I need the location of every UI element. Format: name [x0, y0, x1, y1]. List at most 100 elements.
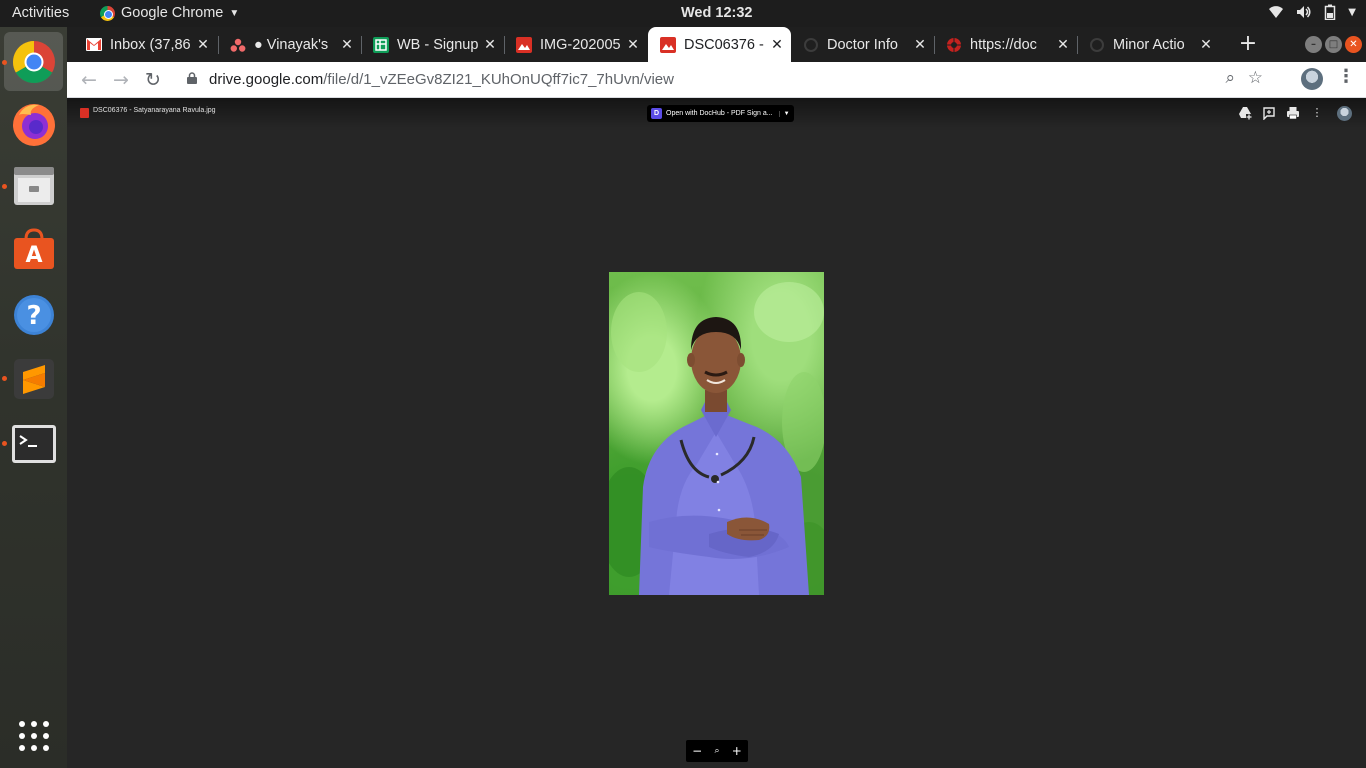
tab-vinayak[interactable]: ● Vinayak's ✕ [218, 27, 361, 62]
arrow-right-icon: → [113, 69, 129, 91]
back-button[interactable]: ← [76, 67, 102, 93]
dock-software[interactable]: A [4, 219, 63, 278]
url-path: /file/d/1_vZEeGv8ZI21_KUhOnUQff7ic7_7hUv… [323, 71, 674, 88]
comment-icon[interactable] [1262, 106, 1276, 120]
viewer-avatar[interactable] [1337, 106, 1352, 121]
maximize-icon: □ [1328, 39, 1339, 50]
zoom-controls: − ⌕ + [686, 740, 748, 762]
show-applications-button[interactable] [4, 706, 63, 765]
tab-https-doc[interactable]: https://doc ✕ [934, 27, 1077, 62]
bookmark-star-icon[interactable]: ☆ [1248, 68, 1263, 88]
image-icon [660, 36, 676, 53]
lock-icon [187, 72, 197, 84]
clock[interactable]: Wed 12:32 [681, 5, 752, 21]
dock: A ? [0, 27, 67, 768]
dock-firefox[interactable] [4, 94, 63, 153]
terminal-icon [11, 424, 56, 463]
tab-title: https://doc [970, 36, 1037, 53]
reload-button[interactable]: ↻ [140, 67, 166, 93]
forward-button[interactable]: → [108, 67, 134, 93]
loading-icon [803, 37, 819, 53]
svg-text:?: ? [26, 301, 41, 331]
tab-img[interactable]: IMG-202005 ✕ [504, 27, 647, 62]
chevron-down-icon[interactable]: ▼ [778, 110, 790, 117]
app-menu-label: Google Chrome [121, 5, 224, 21]
new-tab-button[interactable]: + [1234, 31, 1262, 59]
image-icon [516, 36, 532, 53]
zoom-in-button[interactable]: + [732, 744, 742, 758]
tab-title: ● Vinayak's [254, 36, 329, 53]
tab-dsc06376[interactable]: DSC06376 - ✕ [648, 27, 791, 62]
chevron-down-icon: ▼ [229, 7, 240, 19]
battery-icon [1325, 4, 1336, 20]
url-text[interactable]: drive.google.com/file/d/1_vZEeGv8ZI21_KU… [209, 71, 674, 88]
close-icon[interactable]: ✕ [480, 36, 500, 53]
tab-minor-action[interactable]: Minor Actio ✕ [1077, 27, 1220, 62]
zoom-icon[interactable]: ⌕ [1225, 68, 1235, 88]
open-with-label: Open with DocHub - PDF Sign a... [666, 110, 773, 117]
system-tray[interactable]: ▼ [1268, 4, 1356, 20]
address-bar[interactable]: drive.google.com/file/d/1_vZEeGv8ZI21_KU… [177, 65, 1293, 95]
close-icon[interactable]: ✕ [1053, 36, 1073, 53]
add-to-drive-icon[interactable] [1238, 106, 1252, 120]
tab-strip: Inbox (37,86 ✕ ● Vinayak's ✕ WB - Signup… [67, 27, 1366, 62]
running-indicator [2, 184, 7, 189]
software-center-icon: A [13, 227, 54, 269]
minimize-button[interactable]: – [1305, 36, 1322, 53]
running-indicator [2, 60, 7, 65]
close-icon[interactable]: ✕ [623, 36, 643, 53]
tab-inbox[interactable]: Inbox (37,86 ✕ [74, 27, 217, 62]
sheets-icon [373, 36, 389, 53]
activities-button[interactable]: Activities [12, 5, 69, 21]
tab-title: IMG-202005 [540, 36, 621, 53]
image-preview [609, 272, 824, 595]
gmail-icon [86, 37, 102, 53]
firefox-icon [12, 103, 55, 146]
tab-title: Inbox (37,86 [110, 36, 191, 53]
drive-file-viewer: DSC06376 - Satyanarayana Ravula.jpg D Op… [67, 98, 1366, 768]
url-host: drive.google.com [209, 71, 324, 88]
dock-terminal[interactable] [4, 414, 63, 473]
doc-icon [946, 36, 962, 53]
tab-wb-signup[interactable]: WB - Signup ✕ [361, 27, 504, 62]
asana-icon [230, 37, 246, 53]
tab-doctor-info[interactable]: Doctor Info ✕ [791, 27, 934, 62]
more-options-icon[interactable]: ⋮ [1310, 106, 1324, 120]
menu-kebab-icon[interactable]: ⋮ [1337, 66, 1355, 87]
tab-title: WB - Signup [397, 36, 479, 53]
zoom-out-button[interactable]: − [692, 744, 702, 758]
show-applications-icon [18, 720, 49, 751]
image-file-icon [80, 108, 89, 118]
toolbar: ← → ↻ drive.google.com/file/d/1_vZEeGv8Z… [67, 62, 1366, 98]
close-icon[interactable]: ✕ [910, 36, 930, 53]
reload-icon: ↻ [145, 69, 161, 91]
running-indicator [2, 376, 7, 381]
close-icon[interactable]: ✕ [337, 36, 357, 53]
profile-avatar[interactable] [1301, 68, 1323, 90]
print-icon[interactable] [1286, 106, 1300, 120]
file-name: DSC06376 - Satyanarayana Ravula.jpg [93, 107, 216, 114]
system-top-bar: Activities Google Chrome ▼ Wed 12:32 ▼ [0, 0, 1366, 27]
svg-text:A: A [25, 243, 42, 268]
close-window-button[interactable]: ✕ [1345, 36, 1362, 53]
close-icon: ✕ [1349, 39, 1358, 50]
plus-icon: + [1238, 31, 1258, 56]
open-with-button[interactable]: D Open with DocHub - PDF Sign a... ▼ [647, 105, 794, 122]
dock-files[interactable] [4, 156, 63, 215]
viewer-header: DSC06376 - Satyanarayana Ravula.jpg D Op… [67, 98, 1366, 128]
close-icon[interactable]: ✕ [1196, 36, 1216, 53]
dock-sublime[interactable] [4, 349, 63, 408]
loading-icon [1089, 37, 1105, 53]
close-icon[interactable]: ✕ [767, 36, 787, 53]
maximize-button[interactable]: □ [1325, 36, 1342, 53]
app-menu[interactable]: Google Chrome ▼ [100, 5, 239, 21]
chrome-icon [100, 5, 115, 21]
chrome-icon [12, 40, 55, 83]
dock-help[interactable]: ? [4, 285, 63, 344]
dock-chrome[interactable] [4, 32, 63, 91]
magnifier-icon: ⌕ [714, 746, 720, 756]
tab-title: DSC06376 - [684, 36, 764, 53]
close-icon[interactable]: ✕ [193, 36, 213, 53]
power-menu-icon: ▼ [1348, 6, 1356, 18]
minimize-icon: – [1311, 39, 1316, 50]
